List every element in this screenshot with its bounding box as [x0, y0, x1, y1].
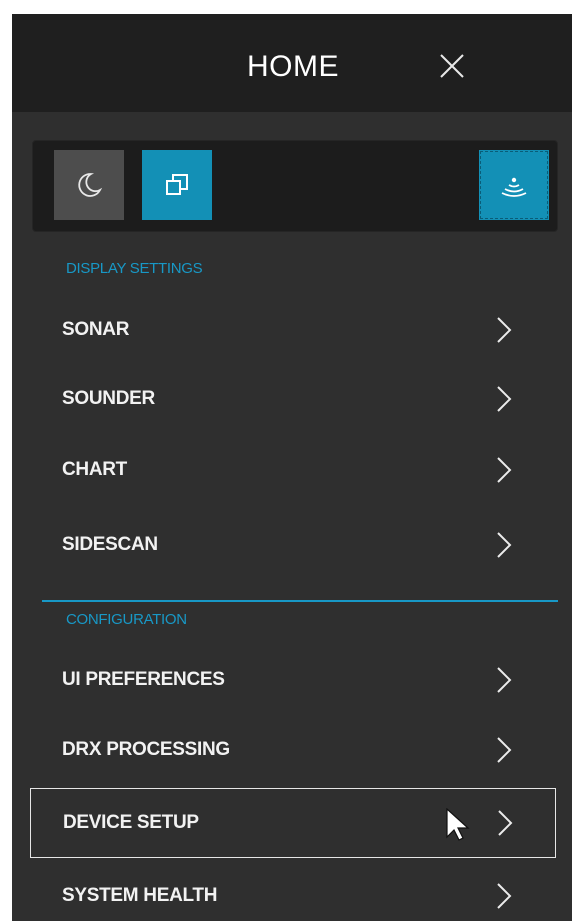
- chevron-right-icon: [497, 386, 512, 412]
- home-panel: HOME DISPLAY SETTINGS SONAR SOUNDER CHAR…: [12, 14, 572, 921]
- chevron-right-icon: [497, 667, 512, 693]
- menu-item-device-setup[interactable]: DEVICE SETUP: [30, 788, 556, 858]
- configuration-heading: CONFIGURATION: [66, 611, 187, 628]
- chevron-right-icon: [497, 883, 512, 909]
- menu-item-label: SYSTEM HEALTH: [62, 885, 218, 906]
- menu-item-chart[interactable]: CHART: [30, 435, 556, 505]
- menu-item-label: CHART: [62, 459, 127, 480]
- chevron-right-icon: [498, 810, 513, 836]
- chevron-right-icon: [497, 737, 512, 763]
- night-mode-button[interactable]: [54, 150, 124, 220]
- windows-button[interactable]: [142, 150, 212, 220]
- moon-icon: [78, 173, 103, 197]
- menu-item-drx-processing[interactable]: DRX PROCESSING: [30, 715, 556, 785]
- menu-item-ui-preferences[interactable]: UI PREFERENCES: [30, 645, 556, 715]
- menu-item-system-health[interactable]: SYSTEM HEALTH: [30, 861, 556, 921]
- menu-item-sounder[interactable]: SOUNDER: [30, 364, 556, 434]
- panel-header: HOME: [12, 14, 572, 112]
- chevron-right-icon: [497, 457, 512, 483]
- mouse-pointer-icon: [446, 808, 470, 841]
- menu-item-label: DEVICE SETUP: [63, 812, 199, 833]
- menu-item-label: UI PREFERENCES: [62, 669, 225, 690]
- sonar-button[interactable]: [479, 150, 549, 220]
- chevron-right-icon: [497, 532, 512, 558]
- menu-item-sidescan[interactable]: SIDESCAN: [30, 510, 556, 580]
- close-icon[interactable]: [438, 52, 466, 80]
- menu-item-sonar[interactable]: SONAR: [30, 295, 556, 365]
- menu-item-label: SIDESCAN: [62, 534, 158, 555]
- sonar-icon: [501, 177, 527, 197]
- display-settings-heading: DISPLAY SETTINGS: [66, 260, 203, 277]
- section-divider: [42, 600, 558, 602]
- chevron-right-icon: [497, 317, 512, 343]
- menu-item-label: SONAR: [62, 319, 130, 340]
- windows-icon: [166, 174, 188, 195]
- page-title: HOME: [247, 50, 339, 83]
- menu-item-label: SOUNDER: [62, 388, 155, 409]
- menu-item-label: DRX PROCESSING: [62, 739, 230, 760]
- quick-toolbar: [32, 140, 558, 232]
